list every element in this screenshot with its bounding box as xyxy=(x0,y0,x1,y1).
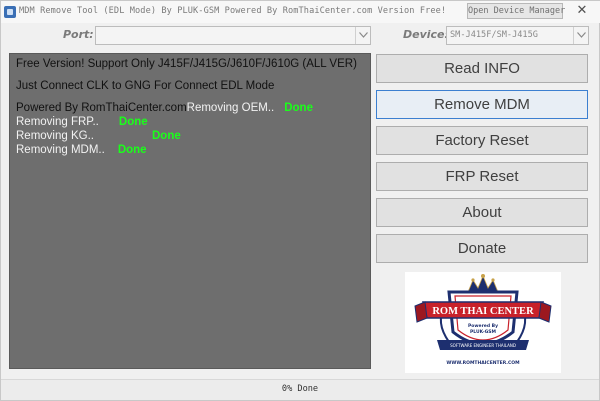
device-select[interactable]: SM-J415F/SM-J415G xyxy=(446,26,589,45)
log-oem-status: Done xyxy=(284,102,313,114)
about-button[interactable]: About xyxy=(376,198,588,227)
log-kg-label: Removing KG.. xyxy=(16,130,94,142)
log-line: Just Connect CLK to GNG For Connect EDL … xyxy=(16,80,275,92)
port-label: Port: xyxy=(63,28,94,41)
port-select[interactable] xyxy=(95,26,371,45)
log-panel[interactable]: Free Version! Support Only J415F/J415G/J… xyxy=(9,53,371,369)
open-device-manager-button[interactable]: Open Device Manager xyxy=(467,3,565,19)
logo-powered-line1: Powered By xyxy=(468,323,498,329)
status-text: 0% Done xyxy=(281,384,319,394)
log-kg-status: Done xyxy=(151,130,181,142)
logo-url: WWW.ROMTHAICENTER.COM xyxy=(446,360,520,366)
chevron-down-icon[interactable] xyxy=(573,27,588,44)
chevron-down-icon[interactable] xyxy=(355,27,370,44)
log-line: Removing KG.. Done xyxy=(16,129,364,143)
log-frp-label: Removing FRP.. xyxy=(16,116,99,128)
frp-reset-button[interactable]: FRP Reset xyxy=(376,162,588,191)
window-title: MDM Remove Tool (EDL Mode) By PLUK-GSM P… xyxy=(19,6,447,16)
rom-thai-center-logo: ROM THAI CENTER Powered By PLUK-GSM SOFT… xyxy=(405,272,561,373)
logo-tagline: SOFTWARE ENGINEER THAILAND xyxy=(450,343,516,348)
log-mdm-label: Removing MDM.. xyxy=(16,144,105,156)
log-frp-status: Done xyxy=(118,116,148,128)
device-label: Device: xyxy=(403,28,449,41)
log-line: Removing MDM.. Done xyxy=(16,143,364,157)
close-icon[interactable]: ✕ xyxy=(575,4,589,18)
title-bar: MDM Remove Tool (EDL Mode) By PLUK-GSM P… xyxy=(1,1,600,23)
app-window: MDM Remove Tool (EDL Mode) By PLUK-GSM P… xyxy=(0,0,600,401)
logo-title: ROM THAI CENTER xyxy=(432,306,534,317)
donate-button[interactable]: Donate xyxy=(376,234,588,263)
remove-mdm-button[interactable]: Remove MDM xyxy=(376,90,588,119)
read-info-button[interactable]: Read INFO xyxy=(376,54,588,83)
log-powered-text: Powered By RomThaiCenter.com xyxy=(16,102,187,114)
logo-graphic: ROM THAI CENTER Powered By PLUK-GSM SOFT… xyxy=(414,274,552,366)
log-oem-label: Removing OEM.. xyxy=(186,102,275,114)
factory-reset-button[interactable]: Factory Reset xyxy=(376,126,588,155)
device-value: SM-J415F/SM-J415G xyxy=(450,30,538,40)
logo-powered-line2: PLUK-GSM xyxy=(470,329,497,335)
log-line: Free Version! Support Only J415F/J415G/J… xyxy=(16,58,357,70)
log-mdm-status: Done xyxy=(117,144,147,156)
app-icon xyxy=(4,6,16,18)
status-bar: 0% Done xyxy=(1,379,599,400)
log-line: Powered By RomThaiCenter.comRemoving OEM… xyxy=(16,101,364,115)
log-line: Removing FRP.. Done xyxy=(16,115,364,129)
